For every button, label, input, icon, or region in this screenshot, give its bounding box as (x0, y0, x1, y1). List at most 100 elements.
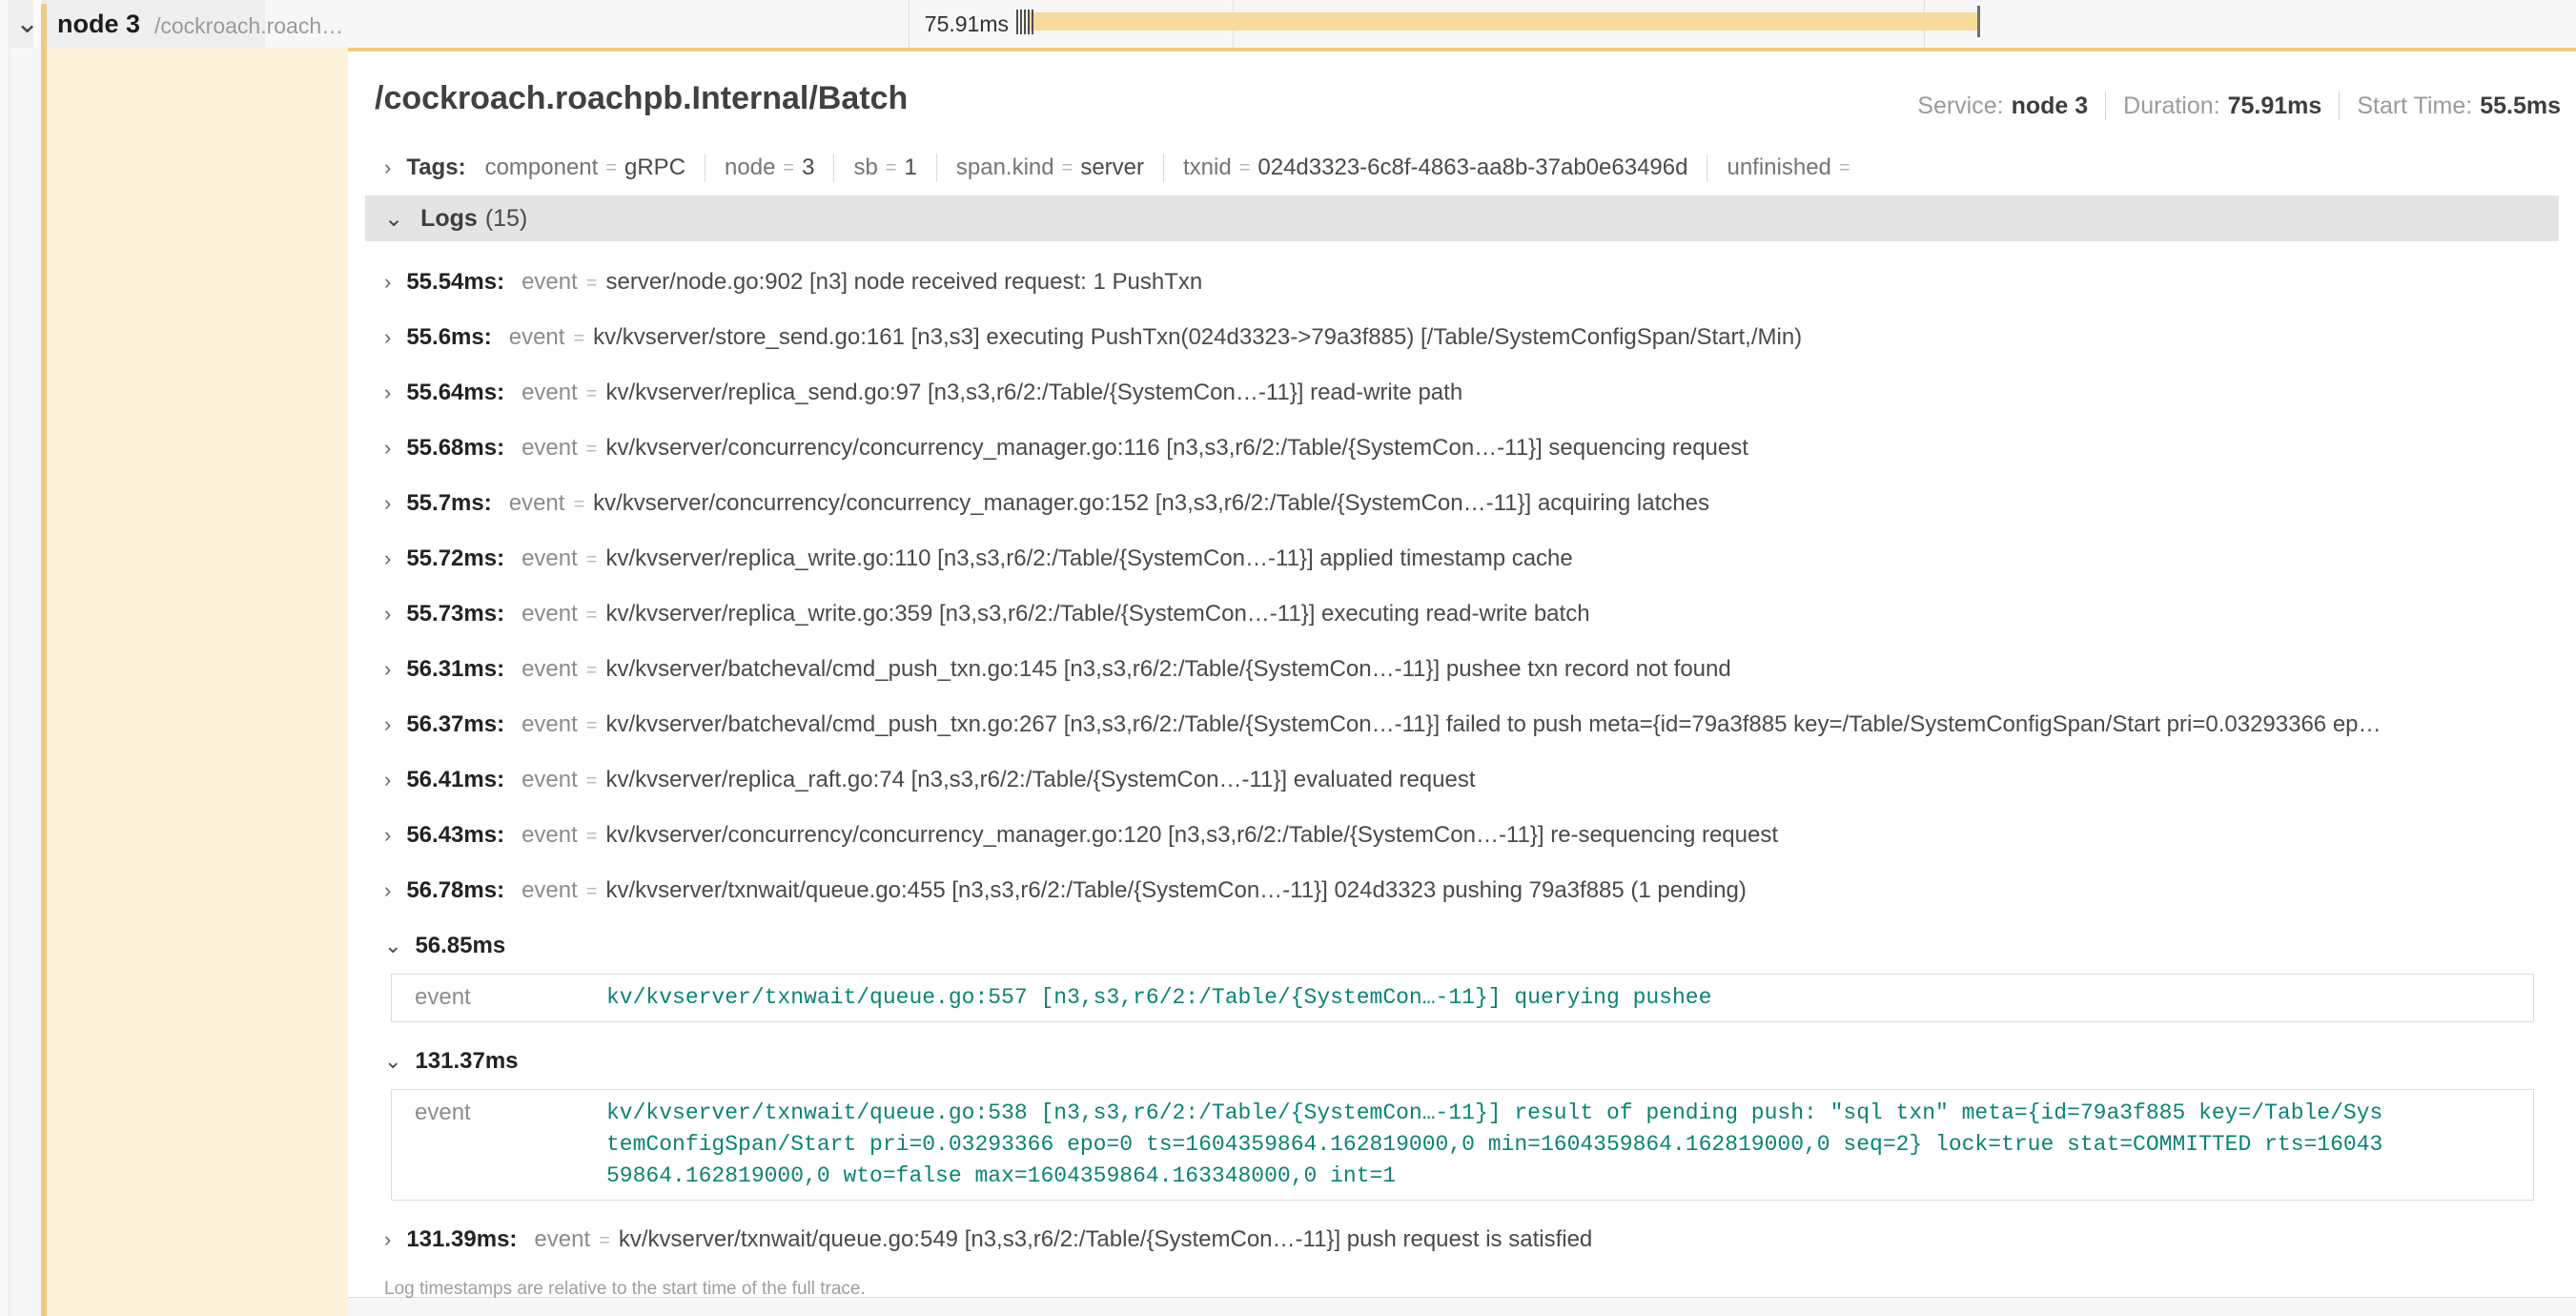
log-message: kv/kvserver/txnwait/queue.go:549 [n3,s3,… (619, 1226, 1592, 1252)
log-field-value: kv/kvserver/txnwait/queue.go:538 [n3,s3,… (606, 1090, 2387, 1200)
log-row-expanded-header[interactable]: ⌄ 131.37ms (365, 1034, 2559, 1089)
logs-accordion-header[interactable]: ⌄ Logs (15) (365, 195, 2559, 241)
log-row-expanded-header[interactable]: ⌄ 56.85ms (365, 918, 2559, 974)
log-row[interactable]: ›56.31ms:event=kv/kvserver/batcheval/cmd… (365, 642, 2559, 697)
chevron-right-icon: › (384, 808, 391, 863)
equals-icon: = (573, 328, 584, 349)
log-field: event (534, 1226, 590, 1252)
equals-icon: = (1839, 157, 1850, 179)
chevron-right-icon: › (384, 863, 391, 918)
log-field: event (521, 269, 578, 295)
equals-icon: = (605, 157, 617, 179)
collapse-span-chevron-icon[interactable]: ⌄ (15, 7, 39, 40)
log-timestamp: 55.7ms: (406, 490, 491, 516)
log-timestamp: 56.37ms: (406, 711, 504, 737)
log-timestamp: 131.39ms: (406, 1226, 517, 1252)
chevron-right-icon: › (384, 531, 391, 586)
span-end-marker (1977, 6, 1980, 37)
log-message: kv/kvserver/replica_write.go:110 [n3,s3,… (605, 545, 1572, 571)
chevron-down-icon: ⌄ (384, 918, 401, 974)
log-timestamp: 56.43ms: (406, 822, 504, 848)
log-field: event (392, 975, 606, 1021)
equals-icon: = (586, 439, 598, 460)
equals-icon: = (573, 494, 584, 515)
log-timestamp: 55.54ms: (406, 269, 504, 295)
log-field: event (521, 767, 578, 792)
log-row[interactable]: ›131.39ms:event=kv/kvserver/txnwait/queu… (365, 1212, 2559, 1267)
start-time-value: 55.5ms (2480, 93, 2561, 120)
log-detail-table: event kv/kvserver/txnwait/queue.go:538 [… (391, 1089, 2534, 1201)
left-rail-divider (9, 0, 10, 1316)
service-value: node 3 (2012, 93, 2089, 120)
divider (833, 154, 834, 182)
log-field: event (509, 324, 565, 350)
equals-icon: = (1062, 157, 1073, 179)
log-row[interactable]: ›55.7ms:event=kv/kvserver/concurrency/co… (365, 476, 2559, 531)
equals-icon: = (783, 157, 794, 179)
log-row[interactable]: ›55.72ms:event=kv/kvserver/replica_write… (365, 531, 2559, 586)
log-row[interactable]: ›55.6ms:event=kv/kvserver/store_send.go:… (365, 310, 2559, 365)
log-timestamp: 56.85ms (415, 933, 505, 958)
log-message: kv/kvserver/concurrency/concurrency_mana… (605, 435, 1748, 461)
divider (2105, 92, 2106, 120)
divider (2339, 92, 2340, 120)
equals-icon: = (586, 549, 598, 570)
log-row[interactable]: ›55.73ms:event=kv/kvserver/replica_write… (365, 586, 2559, 642)
log-timestamp: 131.37ms (415, 1048, 518, 1074)
operation-name: /cockroach.roach… (154, 13, 343, 39)
log-row[interactable]: ›56.43ms:event=kv/kvserver/concurrency/c… (365, 808, 2559, 863)
log-field: event (521, 711, 578, 737)
log-field: event (521, 877, 578, 903)
log-message: kv/kvserver/replica_write.go:359 [n3,s3,… (605, 601, 1589, 627)
duration-label: Duration: (2123, 93, 2219, 120)
log-row[interactable]: ›56.78ms:event=kv/kvserver/txnwait/queue… (365, 863, 2559, 918)
equals-icon: = (886, 157, 897, 179)
tag-item: sb=1 (853, 154, 916, 181)
span-duration-bar[interactable] (1028, 12, 1979, 31)
log-field: event (521, 822, 578, 848)
log-marker-tick (1020, 10, 1022, 34)
log-field-value: kv/kvserver/txnwait/queue.go:557 [n3,s3,… (606, 975, 2387, 1021)
equals-icon: = (586, 881, 598, 902)
log-detail-table: event kv/kvserver/txnwait/queue.go:557 [… (391, 974, 2534, 1022)
chevron-right-icon: › (384, 752, 391, 808)
logs-list: › 55.54ms: event = server/node.go:902 [n3] n… (365, 255, 2559, 1300)
log-row[interactable]: ›55.64ms:event=kv/kvserver/replica_send.… (365, 365, 2559, 421)
service-name: node 3 (57, 10, 140, 39)
log-timestamp: 55.64ms: (406, 380, 504, 405)
log-field: event (509, 490, 565, 516)
equals-icon: = (586, 826, 598, 847)
logs-count: (15) (485, 205, 527, 233)
equals-icon: = (586, 771, 598, 792)
log-row[interactable]: ›56.37ms:event=kv/kvserver/batcheval/cmd… (365, 697, 2559, 752)
log-field: event (392, 1090, 606, 1200)
chevron-right-icon: › (384, 476, 391, 531)
log-message: kv/kvserver/store_send.go:161 [n3,s3] ex… (593, 324, 1802, 350)
span-overview: Service: node 3 Duration: 75.91ms Start … (1917, 92, 2561, 120)
tags-accordion[interactable]: › Tags: component=gRPC node=3 sb=1 span.… (384, 149, 1858, 187)
log-message: server/node.go:902 [n3] node received re… (605, 269, 1202, 295)
equals-icon: = (1239, 157, 1251, 179)
chevron-right-icon: › (384, 697, 391, 752)
log-row[interactable]: ›55.68ms:event=kv/kvserver/concurrency/c… (365, 421, 2559, 476)
log-field: event (521, 601, 578, 627)
log-field: event (521, 435, 578, 461)
log-row[interactable]: ›56.41ms:event=kv/kvserver/replica_raft.… (365, 752, 2559, 808)
log-timestamp: 56.41ms: (406, 767, 504, 792)
span-detail-panel: /cockroach.roachpb.Internal/Batch Servic… (348, 51, 2576, 1298)
log-marker-tick (1024, 10, 1026, 34)
chevron-right-icon: › (384, 365, 391, 421)
log-timestamp: 55.73ms: (406, 601, 504, 627)
log-timestamp: 55.72ms: (406, 545, 504, 571)
chevron-right-icon: › (384, 642, 391, 697)
trace-view: ⌄ node 3 /cockroach.roach… 75.91ms /cock… (0, 0, 2576, 1316)
tag-item: component=gRPC (485, 154, 685, 181)
chevron-right-icon: › (384, 421, 391, 476)
span-row[interactable]: ⌄ node 3 /cockroach.roach… 75.91ms (0, 0, 2576, 48)
chevron-down-icon: ⌄ (384, 205, 403, 233)
logs-title: Logs (420, 205, 478, 233)
chevron-down-icon: ⌄ (384, 1034, 401, 1089)
detail-indent-column (47, 48, 348, 1316)
log-row[interactable]: ›55.54ms:event=server/node.go:902 [n3] n… (365, 255, 2559, 310)
duration-value: 75.91ms (2228, 93, 2322, 120)
